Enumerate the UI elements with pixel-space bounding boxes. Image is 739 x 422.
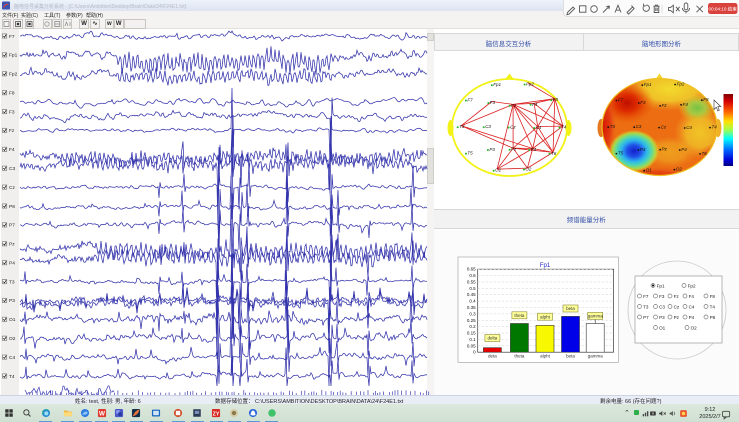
svg-text:W: W [99, 411, 105, 418]
svg-text:ZY: ZY [213, 412, 220, 418]
svg-text:00:04:10 结束: 00:04:10 结束 [709, 6, 738, 13]
